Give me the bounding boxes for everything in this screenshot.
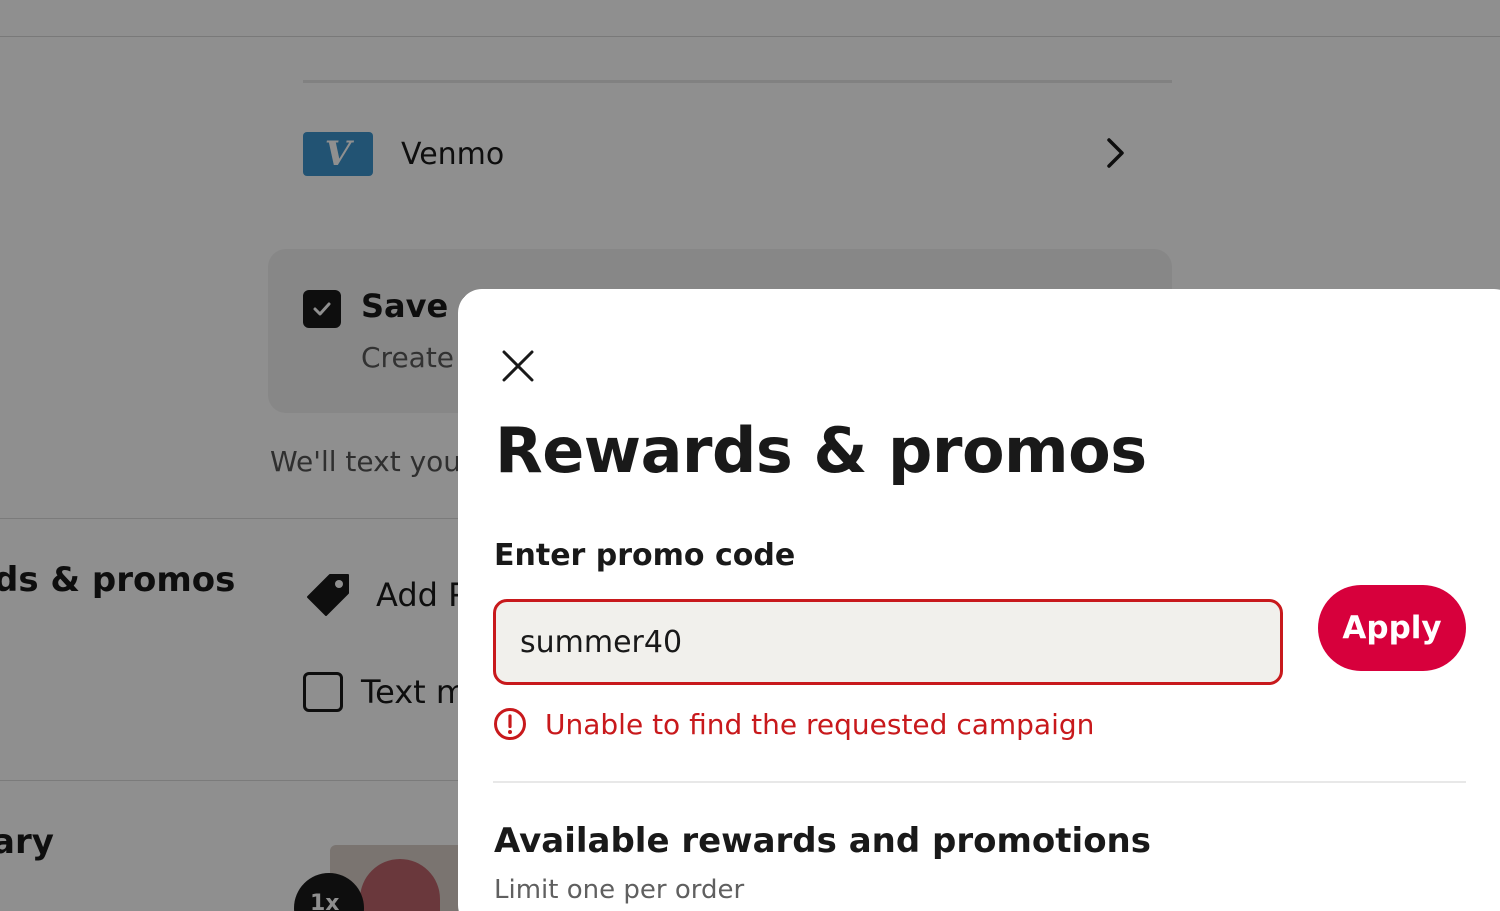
error-message: Unable to find the requested campaign xyxy=(545,707,1095,741)
promo-code-label: Enter promo code xyxy=(494,538,796,573)
modal-title: Rewards & promos xyxy=(495,414,1147,487)
error-icon xyxy=(494,708,526,740)
available-rewards-subtitle: Limit one per order xyxy=(494,875,745,905)
apply-button[interactable]: Apply xyxy=(1318,585,1466,671)
close-button[interactable] xyxy=(498,346,538,386)
rewards-promos-modal: Rewards & promos Enter promo code Apply … xyxy=(458,289,1500,911)
promo-code-input[interactable] xyxy=(493,599,1283,685)
close-icon xyxy=(502,350,534,382)
checkout-page: V Venmo Save C Create We'll text you ds … xyxy=(0,0,1500,911)
available-rewards-title: Available rewards and promotions xyxy=(494,821,1151,861)
promo-error: Unable to find the requested campaign xyxy=(493,707,1094,741)
modal-divider xyxy=(493,781,1466,783)
